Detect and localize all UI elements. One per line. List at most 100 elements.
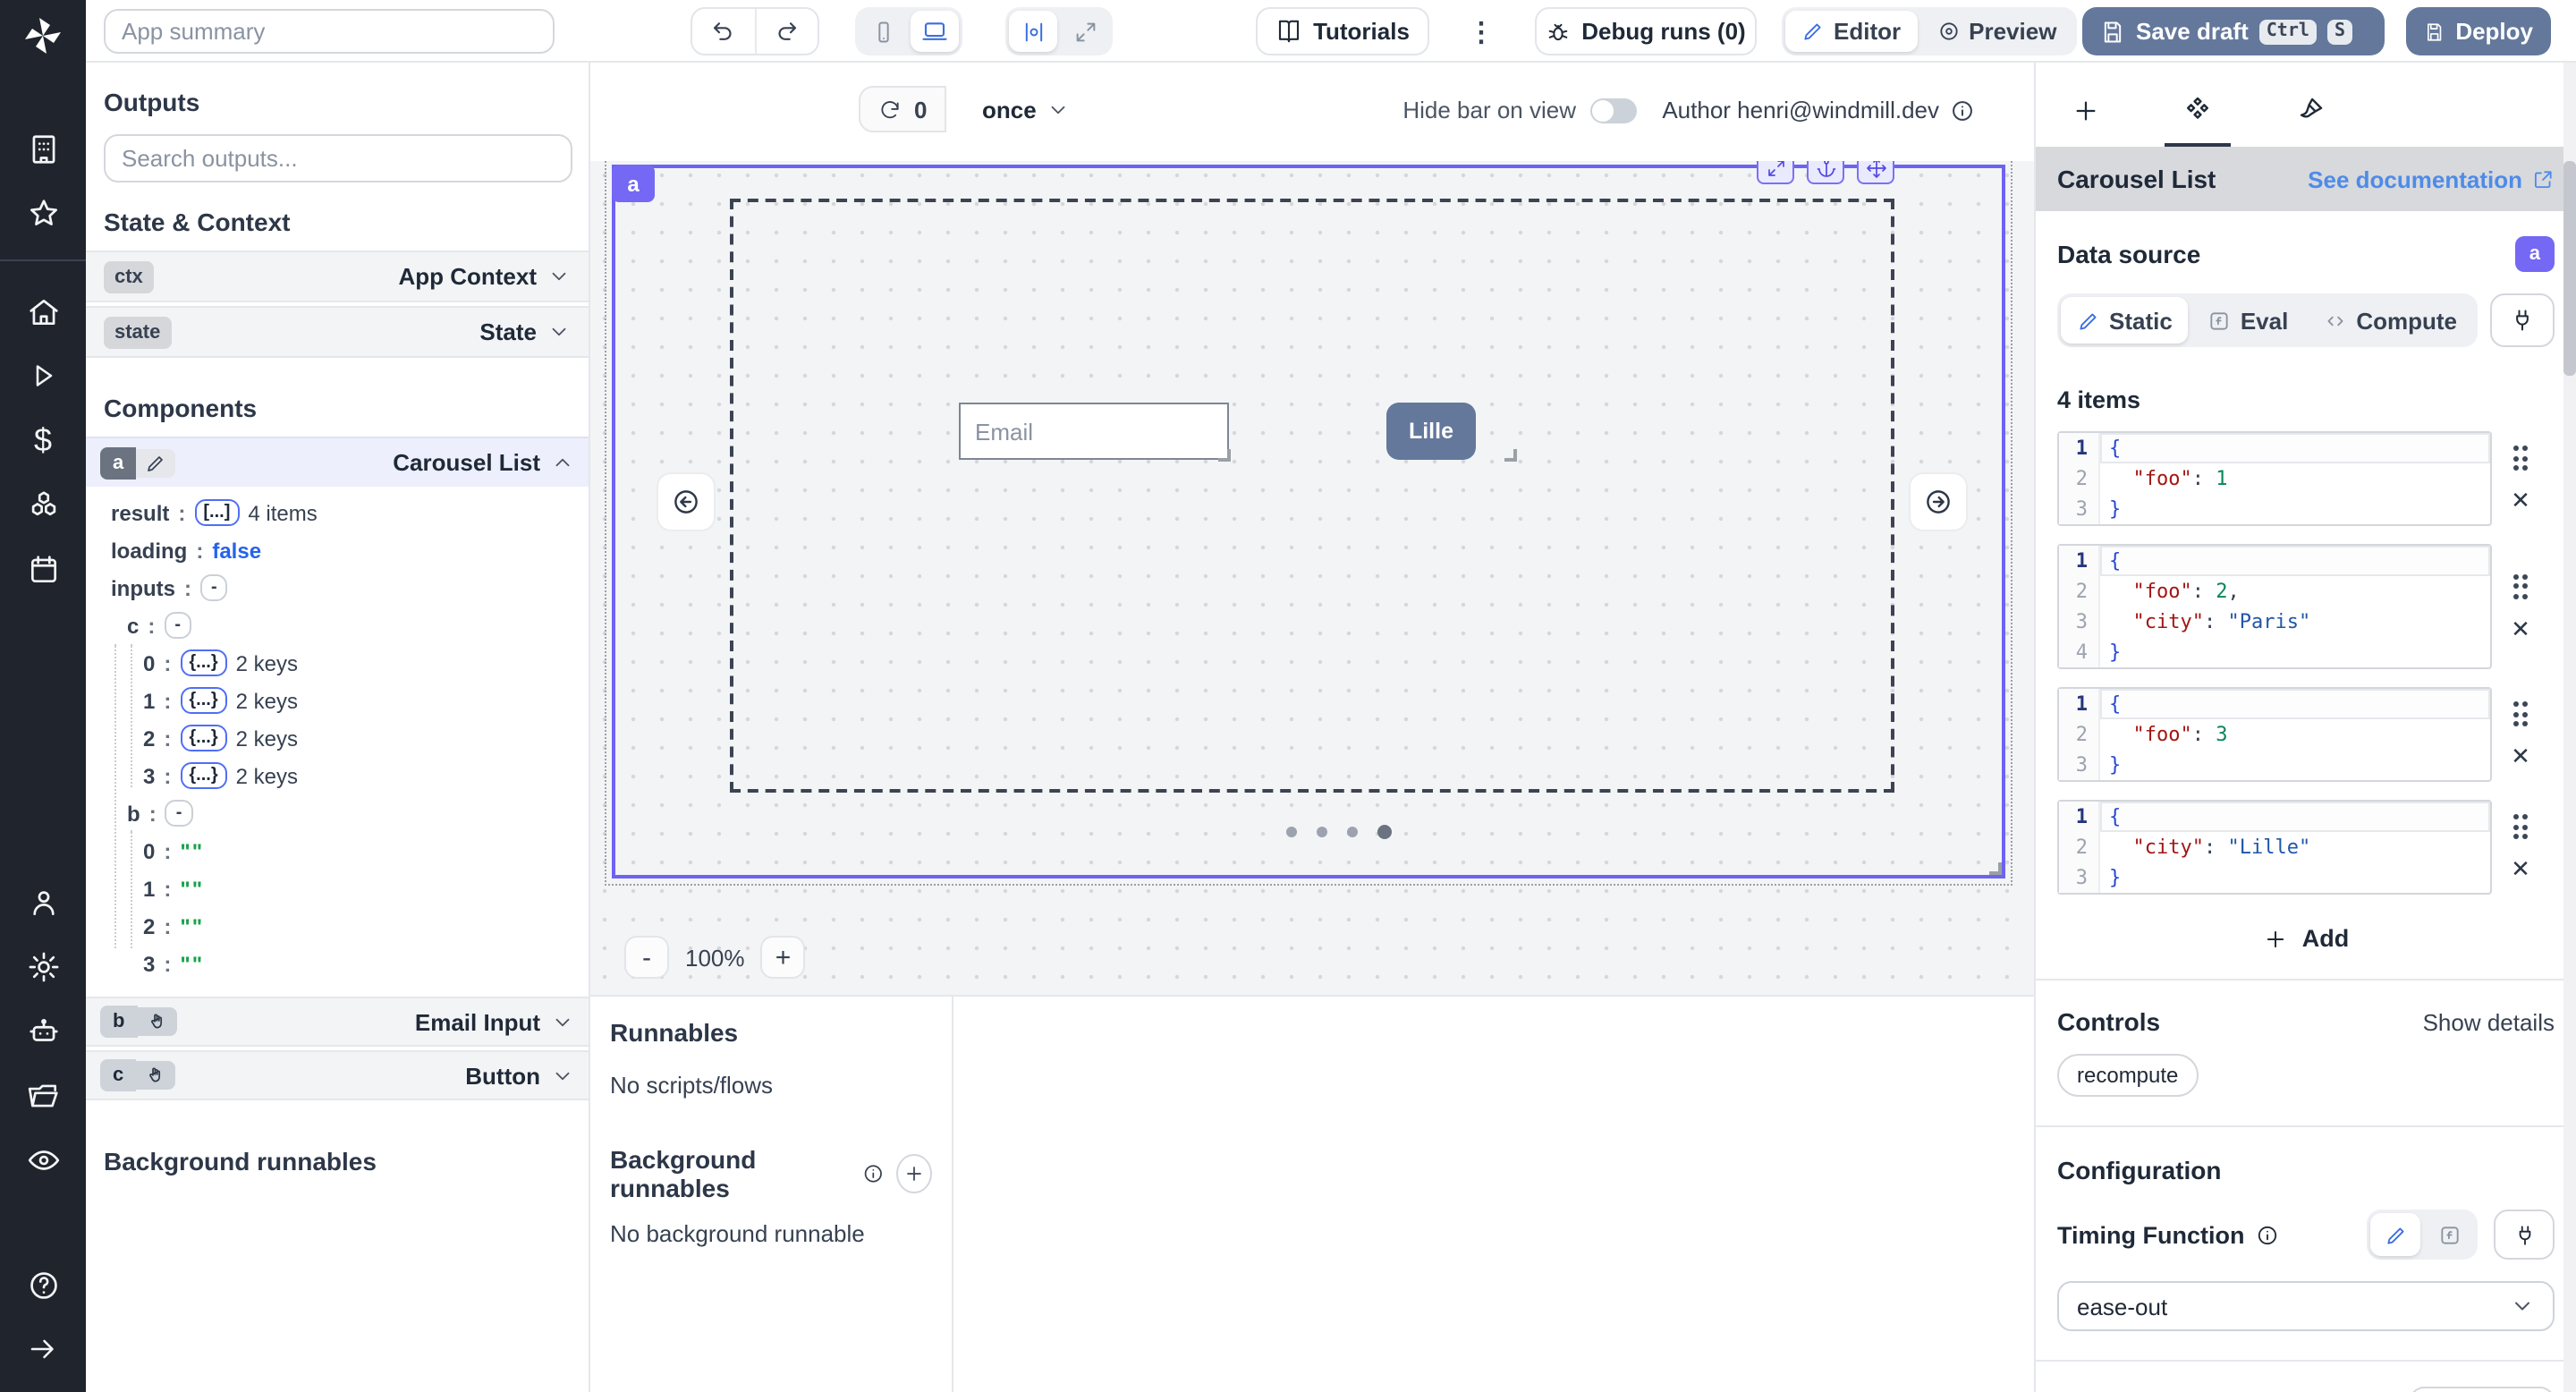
drag-handle-icon[interactable]	[2513, 573, 2529, 598]
workers-robot-icon[interactable]	[0, 998, 86, 1063]
recompute-pill[interactable]: recompute	[2057, 1054, 2198, 1097]
edit-pencil-icon[interactable]	[136, 448, 175, 477]
move-component-icon[interactable]	[1857, 161, 1894, 184]
carousel-next-arrow[interactable]	[1911, 474, 1966, 530]
expand-sidebar-arrow-icon[interactable]	[0, 1317, 86, 1381]
anchor-icon[interactable]	[1807, 161, 1844, 184]
timing-static-pencil-icon[interactable]	[2370, 1213, 2420, 1256]
hand-pointer-icon[interactable]	[136, 1061, 175, 1090]
mobile-view-button[interactable]	[859, 11, 907, 52]
resources-cubes-icon[interactable]	[0, 472, 86, 537]
resize-handle[interactable]	[1504, 449, 1517, 462]
app-summary-input[interactable]	[104, 9, 555, 54]
tree-expand-pill[interactable]: [...]	[194, 499, 239, 526]
redo-button[interactable]	[754, 9, 818, 54]
component-row-carousel[interactable]: a Carousel List	[86, 437, 589, 487]
tree-expand-pill[interactable]: {...}	[180, 762, 226, 789]
drag-handle-icon[interactable]	[2513, 701, 2529, 726]
component-settings-tab-icon[interactable]	[2172, 95, 2224, 147]
frequency-dropdown[interactable]: once	[964, 86, 1089, 132]
lille-button-component[interactable]: Lille	[1386, 403, 1476, 460]
email-input-component[interactable]	[959, 403, 1229, 460]
favorites-star-icon[interactable]	[0, 181, 86, 245]
info-icon[interactable]	[1950, 98, 1975, 123]
chevron-down-icon[interactable]	[547, 320, 571, 344]
insert-component-tab-plus-icon[interactable]	[2061, 97, 2111, 147]
eval-mode-button[interactable]: Eval	[2192, 297, 2305, 344]
timing-plug-icon[interactable]	[2494, 1210, 2555, 1260]
json-item-editor[interactable]: 1{2 "foo": 33}	[2057, 687, 2492, 782]
tree-expand-pill[interactable]: {...}	[180, 649, 226, 676]
schedules-calendar-icon[interactable]	[0, 537, 86, 601]
home-icon[interactable]	[0, 279, 86, 344]
save-draft-button[interactable]: Save draft Ctrl S	[2082, 7, 2385, 55]
component-row-button[interactable]: c Button	[86, 1050, 589, 1100]
workspace-icon[interactable]	[0, 116, 86, 181]
more-menu-kebab-icon[interactable]: ⋮	[1463, 7, 1499, 55]
tree-expand-pill[interactable]: -	[164, 612, 191, 639]
tutorials-button[interactable]: Tutorials	[1256, 7, 1429, 55]
show-details-link[interactable]: Show details	[2423, 1008, 2555, 1035]
app-canvas[interactable]: a Lille	[590, 161, 2034, 995]
fullwidth-button[interactable]	[1061, 11, 1109, 52]
chevron-down-icon[interactable]	[547, 265, 571, 288]
carousel-dot[interactable]	[1286, 827, 1297, 837]
add-background-runnable-button[interactable]	[897, 1154, 932, 1193]
expand-component-icon[interactable]	[1757, 161, 1794, 184]
hand-pointer-icon[interactable]	[137, 1007, 176, 1036]
center-align-button[interactable]	[1009, 11, 1057, 52]
component-row-email[interactable]: b Email Input	[86, 997, 589, 1047]
json-item-editor[interactable]: 1{2 "city": "Lille"3}	[2057, 800, 2492, 895]
component-badge[interactable]: a	[612, 165, 655, 202]
styling-brush-tab-icon[interactable]	[2284, 95, 2336, 147]
deploy-button[interactable]: Deploy	[2406, 7, 2551, 55]
preview-tab[interactable]: Preview	[1920, 11, 2072, 52]
editor-tab[interactable]: Editor	[1785, 11, 1917, 52]
info-icon[interactable]	[2256, 1223, 2279, 1246]
help-icon[interactable]	[0, 1252, 86, 1317]
tree-expand-pill[interactable]: {...}	[180, 725, 226, 751]
component-resize-handle[interactable]	[1989, 862, 2002, 875]
zoom-in-button[interactable]: +	[761, 936, 806, 979]
settings-gear-icon[interactable]	[0, 934, 86, 998]
info-icon[interactable]	[862, 1161, 885, 1186]
resize-handle[interactable]	[1218, 449, 1231, 462]
audit-eye-icon[interactable]	[0, 1127, 86, 1192]
chevron-down-icon[interactable]	[551, 1010, 574, 1033]
tree-expand-pill[interactable]: -	[200, 574, 228, 601]
drag-handle-icon[interactable]	[2513, 446, 2529, 471]
drag-handle-icon[interactable]	[2513, 814, 2529, 839]
undo-button[interactable]	[692, 9, 754, 54]
connect-plug-icon[interactable]	[2490, 293, 2555, 347]
static-mode-button[interactable]: Static	[2061, 297, 2189, 344]
runs-play-icon[interactable]	[0, 344, 86, 408]
zoom-out-button[interactable]: -	[624, 936, 669, 979]
add-item-button[interactable]: Add	[2057, 925, 2555, 952]
state-row[interactable]: state State	[86, 306, 589, 358]
carousel-dot-active[interactable]	[1377, 825, 1392, 839]
ctx-row[interactable]: ctx App Context	[86, 250, 589, 302]
debug-runs-button[interactable]: Debug runs (0)	[1535, 7, 1757, 55]
tree-expand-pill[interactable]: -	[165, 800, 193, 827]
delete-item-icon[interactable]: ✕	[2511, 857, 2530, 880]
carousel-inner-container[interactable]	[730, 199, 1894, 793]
carousel-dot[interactable]	[1317, 827, 1327, 837]
user-icon[interactable]	[0, 870, 86, 934]
delete-item-icon[interactable]: ✕	[2511, 488, 2530, 512]
delete-item-icon[interactable]: ✕	[2511, 744, 2530, 768]
tree-expand-pill[interactable]: {...}	[180, 687, 226, 714]
json-item-editor[interactable]: 1{2 "foo": 13}	[2057, 431, 2492, 526]
see-documentation-link[interactable]: See documentation	[2308, 166, 2555, 192]
json-item-editor[interactable]: 1{2 "foo": 2,3 "city": "Paris"4}	[2057, 544, 2492, 669]
folders-icon[interactable]	[0, 1063, 86, 1127]
chevron-up-icon[interactable]	[551, 451, 574, 474]
desktop-view-button[interactable]	[911, 11, 959, 52]
refresh-button[interactable]: 0	[859, 86, 946, 132]
variables-dollar-icon[interactable]: $	[0, 408, 86, 472]
panel-scrollbar[interactable]	[2563, 63, 2576, 1392]
delete-item-icon[interactable]: ✕	[2511, 616, 2530, 640]
windmill-logo-icon[interactable]	[21, 14, 64, 63]
search-outputs-input[interactable]	[104, 134, 572, 182]
carousel-dot[interactable]	[1347, 827, 1358, 837]
timing-function-select[interactable]: ease-out	[2057, 1281, 2555, 1331]
